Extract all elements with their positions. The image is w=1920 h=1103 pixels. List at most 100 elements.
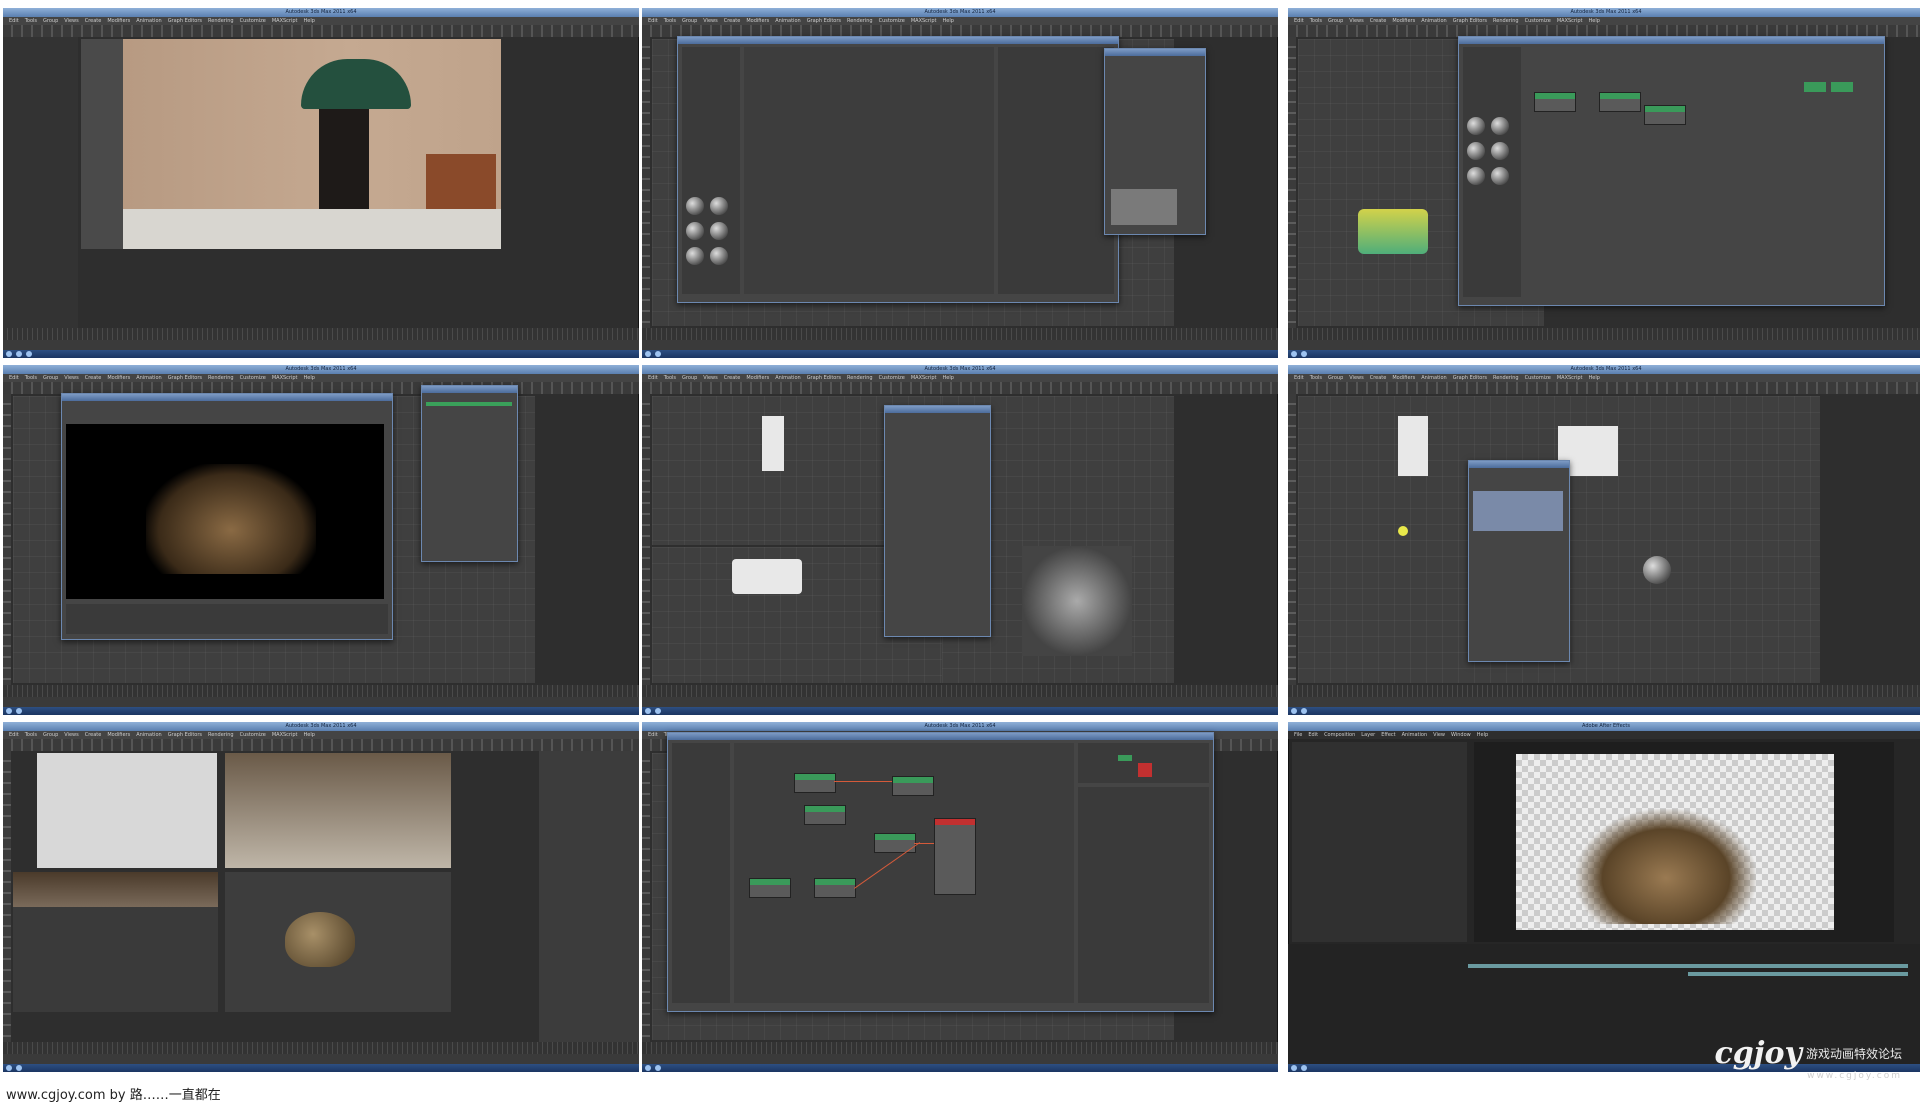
menu-item[interactable]: Group [43, 374, 58, 382]
start-icon[interactable] [1291, 1065, 1297, 1071]
menu-item[interactable]: Group [43, 731, 58, 739]
menu-item[interactable]: Modifiers [107, 374, 130, 382]
menu-item[interactable]: Animation [775, 374, 801, 382]
material-node[interactable] [1534, 92, 1576, 112]
menu-item[interactable]: Customize [879, 374, 905, 382]
list-box[interactable] [1473, 491, 1563, 531]
node-view[interactable] [734, 743, 1074, 1003]
menu-item[interactable]: Customize [240, 17, 266, 25]
material-sphere-icon[interactable] [686, 247, 704, 265]
menu-item[interactable]: MAXScript [911, 17, 937, 25]
menu-item[interactable]: Graph Editors [807, 17, 841, 25]
menu-item[interactable]: Rendering [1493, 17, 1519, 25]
menu-item[interactable]: Animation [775, 17, 801, 25]
menu-item[interactable]: MAXScript [272, 374, 298, 382]
menu-item[interactable]: Help [943, 374, 954, 382]
menu-item[interactable]: Animation [1421, 17, 1447, 25]
start-icon[interactable] [6, 1065, 12, 1071]
menu-item[interactable]: Views [703, 17, 717, 25]
menu-item[interactable]: Composition [1324, 731, 1355, 739]
start-icon[interactable] [1291, 351, 1297, 357]
layer-bar[interactable] [1468, 964, 1908, 968]
menu-item[interactable]: Group [682, 374, 697, 382]
map-node[interactable] [892, 776, 934, 796]
menu-item[interactable]: MAXScript [272, 17, 298, 25]
menu-item[interactable]: Modifiers [1392, 374, 1415, 382]
menu-item[interactable]: Graph Editors [807, 374, 841, 382]
timeline[interactable] [642, 1042, 1278, 1054]
material-node[interactable] [934, 818, 976, 895]
menu-item[interactable]: Edit [9, 17, 19, 25]
material-sphere-icon[interactable] [1467, 117, 1485, 135]
viewport-top[interactable] [37, 753, 217, 868]
material-sphere-icon[interactable] [1491, 167, 1509, 185]
menu-item[interactable]: Create [1370, 17, 1387, 25]
menu-item[interactable]: Animation [136, 17, 162, 25]
menu-item[interactable]: Graph Editors [1453, 374, 1487, 382]
menu-item[interactable]: Help [943, 17, 954, 25]
map-node[interactable] [804, 805, 846, 825]
menu-item[interactable]: Animation [1421, 374, 1447, 382]
timeline[interactable] [642, 685, 1278, 697]
menu-item[interactable]: Create [85, 374, 102, 382]
material-sphere-icon[interactable] [1467, 167, 1485, 185]
menu-item[interactable]: Animation [136, 374, 162, 382]
timeline[interactable] [642, 328, 1278, 340]
viewport-photo[interactable] [81, 39, 501, 249]
menu-item[interactable]: Rendering [847, 17, 873, 25]
menu-item[interactable]: Group [1328, 17, 1343, 25]
viewport-perspective[interactable] [225, 872, 451, 1012]
app-icon[interactable] [16, 351, 22, 357]
menu-item[interactable]: Tools [25, 17, 37, 25]
material-sphere-icon[interactable] [1467, 142, 1485, 160]
start-icon[interactable] [645, 708, 651, 714]
menu-item[interactable]: MAXScript [1557, 374, 1583, 382]
menu-item[interactable]: Edit [9, 374, 19, 382]
menu-item[interactable]: Edit [648, 17, 658, 25]
menu-item[interactable]: Rendering [1493, 374, 1519, 382]
menu-item[interactable]: Modifiers [107, 731, 130, 739]
menu-item[interactable]: Animation [136, 731, 162, 739]
menu-item[interactable]: Create [85, 17, 102, 25]
menu-item[interactable]: Edit [648, 731, 658, 739]
menu-item[interactable]: MAXScript [272, 731, 298, 739]
material-sphere-icon[interactable] [710, 247, 728, 265]
menu-item[interactable]: Modifiers [1392, 17, 1415, 25]
menu-item[interactable]: View [1433, 731, 1445, 739]
material-node[interactable] [1644, 105, 1686, 125]
menu-item[interactable]: Create [85, 731, 102, 739]
menu-item[interactable]: File [1294, 731, 1302, 739]
app-icon[interactable] [655, 708, 661, 714]
menu-item[interactable]: Rendering [847, 374, 873, 382]
menu-item[interactable]: Edit [648, 374, 658, 382]
material-sphere-icon[interactable] [1491, 117, 1509, 135]
start-icon[interactable] [645, 351, 651, 357]
menu-item[interactable]: Graph Editors [168, 374, 202, 382]
viewport-right[interactable] [225, 753, 451, 868]
menu-item[interactable]: Rendering [208, 17, 234, 25]
menu-item[interactable]: Graph Editors [1453, 17, 1487, 25]
timeline[interactable] [3, 685, 639, 697]
menu-item[interactable]: Customize [879, 17, 905, 25]
menu-item[interactable]: Tools [1310, 17, 1322, 25]
menu-item[interactable]: Effect [1381, 731, 1395, 739]
start-icon[interactable] [645, 1065, 651, 1071]
app-icon[interactable] [1301, 1065, 1307, 1071]
start-icon[interactable] [6, 351, 12, 357]
viewport-bottom-left[interactable] [13, 872, 218, 1012]
app-icon[interactable] [655, 1065, 661, 1071]
map-node[interactable] [794, 773, 836, 793]
app-icon[interactable] [1301, 708, 1307, 714]
timeline[interactable] [3, 1042, 639, 1054]
menu-item[interactable]: Tools [664, 17, 676, 25]
menu-item[interactable]: Customize [1525, 374, 1551, 382]
material-sphere-icon[interactable] [1491, 142, 1509, 160]
app-icon[interactable] [16, 708, 22, 714]
app-icon[interactable] [1301, 351, 1307, 357]
app-icon[interactable] [16, 1065, 22, 1071]
menu-item[interactable]: Window [1451, 731, 1471, 739]
menu-item[interactable]: Group [682, 17, 697, 25]
layer-bar[interactable] [1688, 972, 1908, 976]
menu-item[interactable]: Help [304, 17, 315, 25]
menu-item[interactable]: Create [724, 374, 741, 382]
